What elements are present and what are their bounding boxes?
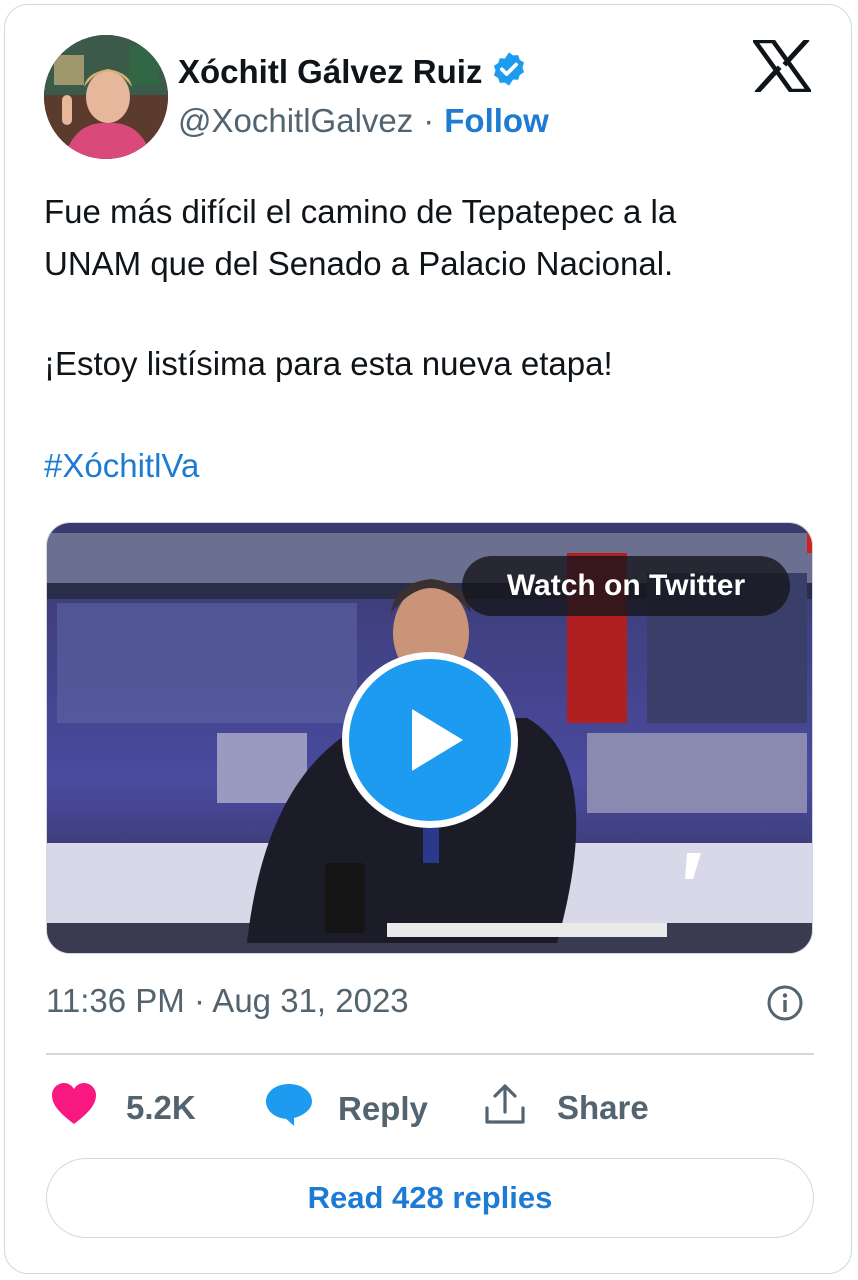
follow-button[interactable]: Follow [444,102,548,140]
play-button[interactable] [342,652,518,828]
avatar[interactable] [44,35,168,159]
verified-badge-icon [482,50,528,93]
read-replies-button[interactable]: Read 428 replies [46,1158,814,1238]
tweet-timestamp[interactable]: 11:36 PM · Aug 31, 2023 [46,982,409,1020]
watch-on-twitter-badge[interactable]: Watch on Twitter [462,556,790,616]
reply-action[interactable]: Reply [264,1082,428,1136]
author-handle[interactable]: @XochitlGalvez [178,102,413,140]
share-label: Share [557,1089,649,1126]
author-name[interactable]: Xóchitl Gálvez Ruiz [178,53,482,91]
share-icon [483,1082,527,1134]
share-action[interactable]: Share [483,1082,649,1134]
divider [46,1053,814,1055]
heart-icon [50,1082,98,1134]
author-name-row[interactable]: Xóchitl Gálvez Ruiz [178,50,528,93]
tweet-text-line-3: ¡Estoy listísima para esta nueva etapa! [44,345,613,382]
handle-row: @XochitlGalvez · Follow [178,102,549,140]
x-logo-icon[interactable] [750,37,814,95]
tweet-text-line-2: UNAM que del Senado a Palacio Nacional. [44,245,674,282]
tweet-text-line-1: Fue más difícil el camino de Tepatepec a… [44,193,677,230]
reply-bubble-icon [264,1082,314,1136]
hashtag-link[interactable]: #XóchitlVa [44,440,199,492]
reply-label: Reply [338,1090,428,1127]
like-action[interactable]: 5.2K [50,1082,196,1134]
info-icon[interactable] [765,983,805,1023]
read-replies-label: Read 428 replies [307,1180,553,1215]
like-count: 5.2K [126,1089,196,1126]
separator-dot: · [423,102,435,139]
